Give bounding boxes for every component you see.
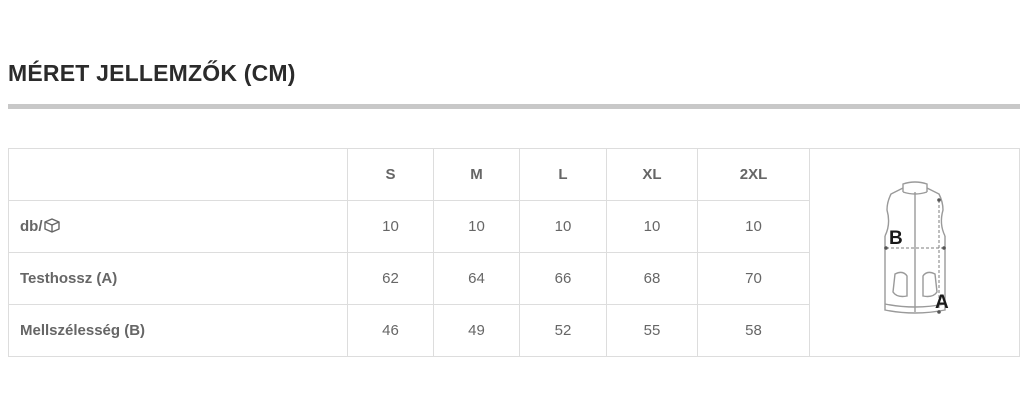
diagram-label-b: B	[889, 228, 903, 249]
header-size-m: M	[433, 148, 520, 201]
table-cell: 64	[433, 252, 520, 305]
table-cell: 10	[519, 200, 607, 253]
header-size-l: L	[519, 148, 607, 201]
header-size-s: S	[347, 148, 434, 201]
size-chart-table: S M L XL 2XL B A db/ 10 10 10 10 10 Test…	[8, 148, 1020, 357]
table-cell: 62	[347, 252, 434, 305]
title-divider	[8, 104, 1020, 109]
table-cell: 10	[347, 200, 434, 253]
table-cell: 49	[433, 304, 520, 357]
row-label-quantity: db/	[8, 200, 348, 253]
page-title: MÉRET JELLEMZŐK (CM)	[8, 60, 296, 86]
header-size-xl: XL	[606, 148, 698, 201]
table-cell: 10	[697, 200, 810, 253]
table-cell: 46	[347, 304, 434, 357]
diagram-label-a: A	[935, 292, 949, 313]
header-row: S M L XL 2XL B A	[8, 148, 1020, 357]
header-empty-cell	[8, 148, 348, 201]
row-label-chest-width: Mellszélesség (B)	[8, 304, 348, 357]
table-cell: 52	[519, 304, 607, 357]
table-cell: 58	[697, 304, 810, 357]
box-icon	[43, 218, 60, 233]
table-cell: 10	[433, 200, 520, 253]
table-cell: 10	[606, 200, 698, 253]
table-cell: 68	[606, 252, 698, 305]
diagram-cell: B A	[809, 148, 1020, 357]
table-cell: 70	[697, 252, 810, 305]
table-cell: 55	[606, 304, 698, 357]
table-cell: 66	[519, 252, 607, 305]
header-size-2xl: 2XL	[697, 148, 810, 201]
row-label-body-length: Testhossz (A)	[8, 252, 348, 305]
vest-measurement-diagram-icon: B A	[883, 180, 949, 314]
row-label-text: db/	[20, 218, 43, 235]
